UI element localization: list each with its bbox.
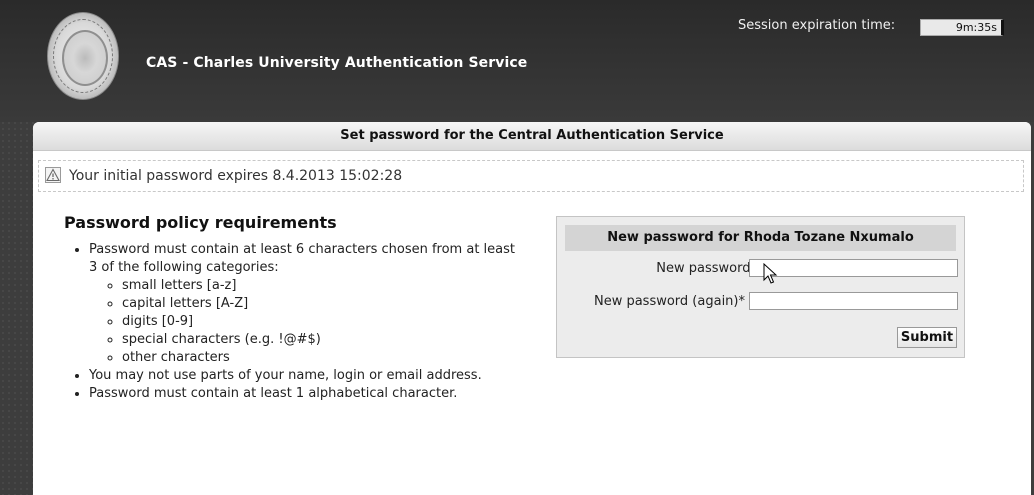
policy-list: Password must contain at least 6 charact… — [49, 241, 519, 403]
new-password-again-label: New password (again)* — [593, 294, 745, 309]
policy-heading: Password policy requirements — [64, 213, 337, 232]
warning-triangle-icon — [45, 167, 61, 183]
app-title: CAS - Charles University Authentication … — [146, 55, 528, 71]
seal-center — [62, 30, 108, 86]
policy-rule-name: You may not use parts of your name, logi… — [89, 367, 519, 385]
session-expiration-label: Session expiration time: — [738, 18, 896, 33]
policy-category: digits [0-9] — [122, 313, 519, 331]
new-password-label: New password* — [656, 261, 757, 276]
policy-category: other characters — [122, 349, 519, 367]
new-password-again-input[interactable] — [749, 292, 958, 310]
expiration-notice: Your initial password expires 8.4.2013 1… — [38, 160, 1024, 192]
form-title: New password for Rhoda Tozane Nxumalo — [565, 225, 956, 251]
policy-category: capital letters [A-Z] — [122, 295, 519, 313]
policy-category: special characters (e.g. !@#$) — [122, 331, 519, 349]
new-password-form: New password for Rhoda Tozane Nxumalo Ne… — [556, 216, 965, 358]
university-seal-icon — [47, 12, 119, 100]
page-header: CAS - Charles University Authentication … — [0, 0, 1034, 122]
policy-rule-length-text: Password must contain at least 6 charact… — [89, 242, 515, 275]
submit-button[interactable]: Submit — [897, 327, 957, 348]
policy-category: small letters [a-z] — [122, 277, 519, 295]
notice-text: Your initial password expires 8.4.2013 1… — [69, 168, 403, 184]
policy-rule-length: Password must contain at least 6 charact… — [89, 241, 519, 367]
policy-rule-alpha: Password must contain at least 1 alphabe… — [89, 385, 519, 403]
panel-title: Set password for the Central Authenticat… — [33, 122, 1031, 151]
main-panel: Set password for the Central Authenticat… — [33, 122, 1031, 495]
mouse-pointer-icon — [763, 263, 778, 284]
session-expiration-value: 9m:35s — [920, 19, 1004, 36]
new-password-input[interactable] — [749, 259, 958, 277]
